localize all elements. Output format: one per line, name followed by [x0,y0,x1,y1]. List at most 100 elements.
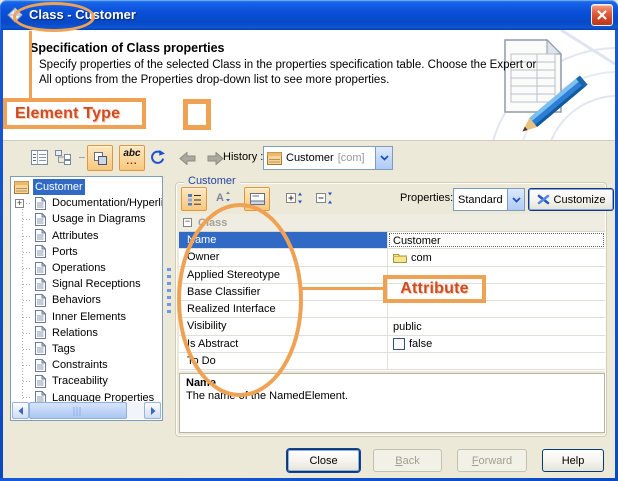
categorized-view-button[interactable] [181,187,207,211]
customize-button[interactable]: Customize [528,188,614,211]
sort-alphabetically-icon[interactable]: A [215,190,231,205]
property-row-visibility[interactable]: Visibility public [179,318,605,336]
tree-item-documentation-hyperlinks[interactable]: Documentation/Hyperlinks [11,195,162,211]
tree-item-label: Traceability [52,375,108,388]
property-row-to-do[interactable]: To Do [179,353,605,371]
properties-table: Class Name Customer Owner com Applied Stereo… [179,214,605,371]
property-name[interactable]: Realized Interface [179,301,388,318]
tree-panel: CustomerDocumentation/Hyperlinks Usage in… [10,176,163,421]
property-value[interactable] [388,353,605,369]
property-value[interactable]: public [388,318,605,334]
close-button[interactable] [591,4,613,26]
doc-icon [35,196,46,210]
doc-icon [35,358,46,372]
show-description-button[interactable] [244,187,270,211]
tree-item-tags[interactable]: Tags [11,341,162,357]
tree-item-attributes[interactable]: Attributes [11,228,162,244]
property-name[interactable]: Owner [179,249,388,266]
tree-item-label: Tags [52,342,76,355]
tree-item-customer[interactable]: Customer [11,179,162,196]
property-row-base-classifier[interactable]: Base Classifier [179,283,605,302]
property-value-text: false [409,338,433,351]
specification-dialog: Class - Customer Specification of Class … [0,0,618,481]
tree-view-icon[interactable] [54,149,72,165]
window-border-left [0,30,3,481]
close-button[interactable]: Close [287,449,360,472]
tree-item-constraints[interactable]: Constraints [11,357,162,373]
tree-item-label: Relations [52,326,98,339]
tree-item-usage-in-diagrams[interactable]: Usage in Diagrams [11,211,162,227]
splitter-grip-icon [167,268,171,314]
scrollbar-thumb[interactable] [29,402,127,419]
property-name[interactable]: To Do [179,353,388,370]
properties-toolbar: A Properties: Standard Customize [176,185,614,213]
tree-item-label: Attributes [52,229,99,242]
tree-item-relations[interactable]: Relations [11,325,162,341]
checkbox-icon[interactable] [393,338,405,351]
forward-arrow-icon[interactable] [207,152,224,165]
property-row-owner[interactable]: Owner com [179,249,605,267]
tree-item-label: Usage in Diagrams [52,213,146,226]
category-row[interactable]: Class [179,214,605,232]
scroll-right-button[interactable] [144,402,161,419]
property-name[interactable]: Name [179,232,388,249]
back-button[interactable]: Back [373,449,442,472]
doc-icon [35,374,46,388]
property-value[interactable] [388,267,605,283]
scroll-right-icon [150,406,155,415]
description-panel: Name The name of the NamedElement. [179,373,605,433]
property-value[interactable] [388,301,605,317]
back-arrow-icon[interactable] [179,152,196,165]
property-value[interactable]: com [388,249,605,265]
tree-item-ports[interactable]: Ports [11,244,162,260]
chevron-down-icon[interactable] [375,147,392,169]
help-button[interactable]: Help [542,449,604,472]
clone-view-button[interactable] [87,145,113,171]
class-icon [267,151,282,165]
doc-icon [35,261,46,275]
tree-item-signal-receptions[interactable]: Signal Receptions [11,276,162,292]
chevron-down-icon[interactable] [507,189,524,210]
tree-item-behaviors[interactable]: Behaviors [11,292,162,308]
property-row-realized-interface[interactable]: Realized Interface [179,301,605,319]
refresh-icon[interactable] [149,149,166,166]
abc-mode-button[interactable]: abc ... [119,145,145,171]
tree-item-label: Operations [52,262,106,275]
history-label: History : [223,151,264,163]
scroll-left-button[interactable] [12,402,29,419]
properties-label: Properties: [400,192,454,204]
property-value-text: com [411,251,432,264]
scroll-left-icon [18,406,23,415]
property-name[interactable]: Is Abstract [179,335,388,353]
tree-item-inner-elements[interactable]: Inner Elements [11,309,162,325]
tree-item-traceability[interactable]: Traceability [11,373,162,389]
doc-icon [35,229,46,243]
tree-item-operations[interactable]: Operations [11,260,162,276]
close-icon [597,10,607,20]
history-dropdown[interactable]: Customer [com] [263,146,393,170]
tree-horizontal-scrollbar[interactable] [12,402,161,419]
header-description-line1: Specify properties of the selected Class… [39,59,537,71]
titlebar[interactable]: Class - Customer [0,0,618,30]
property-row-applied-stereotype[interactable]: Applied Stereotype [179,266,605,284]
collapse-category-icon[interactable] [183,218,192,227]
property-name[interactable]: Base Classifier [179,283,388,301]
property-row-is-abstract[interactable]: Is Abstract false [179,335,605,354]
window-title: Class - Customer [29,7,136,22]
expand-plus-icon[interactable] [15,199,24,209]
forward-button[interactable]: Forward [457,449,527,472]
doc-icon [35,310,46,324]
form-view-icon[interactable] [31,150,48,165]
panel-splitter[interactable] [163,176,175,421]
property-value[interactable]: false [388,336,605,352]
property-row-name[interactable]: Name Customer [179,232,605,250]
customize-label: Customize [553,193,606,206]
scrollbar-track[interactable] [127,402,144,419]
expand-all-icon[interactable] [286,191,303,205]
property-name[interactable]: Visibility [179,318,388,335]
property-name[interactable]: Applied Stereotype [179,266,388,283]
properties-dropdown[interactable]: Standard [453,188,525,211]
collapse-all-icon[interactable] [316,191,333,205]
property-value[interactable] [388,284,605,300]
property-value[interactable]: Customer [388,232,605,248]
